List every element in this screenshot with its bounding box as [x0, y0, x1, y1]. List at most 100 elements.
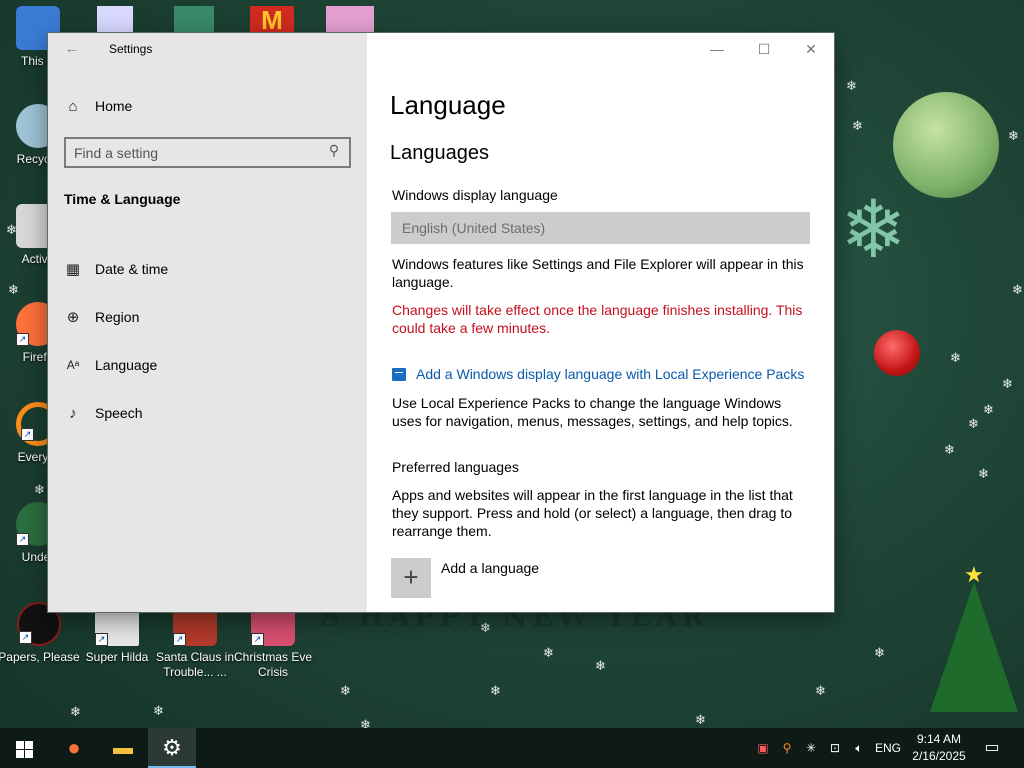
snowflake-decor: ❄: [595, 658, 606, 673]
star-decor: ★: [964, 562, 984, 587]
title-bar[interactable]: ← Settings — ☐ ✕: [48, 33, 834, 65]
christmas-tree-decor: [930, 582, 1018, 712]
desktop-icon-partial-2[interactable]: [174, 6, 214, 34]
shortcut-arrow-icon: ↗: [19, 631, 32, 644]
shortcut-arrow-icon: ↗: [173, 633, 186, 646]
tray-search-everything-icon[interactable]: ⚲: [776, 728, 798, 768]
snowflake-decor: ❄: [340, 683, 351, 698]
maximize-button[interactable]: ☐: [741, 33, 787, 65]
desktop-icon-santa-claus[interactable]: ↗ Santa Claus in Trouble... ...: [153, 602, 237, 680]
snowflake-decor: ❄: [983, 402, 994, 417]
snowflake-decor: ❄: [70, 704, 81, 719]
sidebar-item-region[interactable]: ⊕ Region: [64, 293, 354, 341]
page-title: Language: [390, 90, 506, 120]
snowflake-decor: ❄: [480, 620, 491, 635]
snowflake-decor: ❄: [815, 683, 826, 698]
shortcut-arrow-icon: ↗: [16, 533, 29, 546]
tray-app-icon-2[interactable]: ✳: [800, 728, 822, 768]
add-language-label: Add a language: [441, 560, 540, 576]
clock-date: 2/16/2025: [912, 749, 966, 763]
settings-window: ⌂ Home ⚲ Time & Language ▦ Date & time ⊕…: [48, 33, 834, 612]
desktop-icon-christmas-eve-crisis[interactable]: ↗ Christmas Eve Crisis: [231, 602, 315, 680]
snowflake-decor: ❄: [1008, 128, 1019, 143]
sidebar-item-date-time[interactable]: ▦ Date & time: [64, 245, 354, 293]
search-box[interactable]: ⚲: [64, 137, 351, 168]
lxp-description: Use Local Experience Packs to change the…: [392, 395, 793, 429]
back-arrow-icon[interactable]: ←: [60, 39, 84, 59]
input-language-indicator[interactable]: ENG: [872, 728, 904, 768]
plus-icon: +: [391, 558, 431, 598]
clock-time: 9:14 AM: [916, 732, 962, 746]
search-input[interactable]: [74, 143, 314, 162]
close-button[interactable]: ✕: [788, 33, 834, 65]
snowflake-decor: ❄: [846, 78, 857, 93]
taskbar: ● ▬ ⚙ ▣ ⚲ ✳ ⊡ 🔈︎ ENG 9:14 AM 2/16/2025 ▭: [0, 728, 1024, 768]
folder-icon: ▬: [113, 737, 133, 759]
calendar-clock-icon: ▦: [65, 261, 81, 278]
nav-home-label: Home: [95, 98, 133, 114]
language-icon: Aᵃ: [66, 358, 80, 372]
sidebar-item-language[interactable]: Aᵃ Language: [64, 341, 354, 389]
install-warning-text: Changes will take effect once the langua…: [392, 302, 803, 336]
store-icon: [392, 367, 406, 381]
windows-logo-icon: [15, 740, 33, 758]
sidebar-nav-list: ▦ Date & time ⊕ Region Aᵃ Language ♪ Spe…: [64, 245, 354, 437]
shortcut-arrow-icon: ↗: [95, 633, 108, 646]
snowflake-decor: ❄: [695, 712, 706, 727]
desktop-icon-partial-mcdonalds[interactable]: M: [250, 6, 294, 34]
snowflake-decor: ❄: [8, 282, 19, 297]
tray-app-icon-1[interactable]: ▣: [752, 728, 774, 768]
desktop-icon-partial-1[interactable]: [97, 6, 133, 34]
preferred-languages-description: Apps and websites will appear in the fir…: [392, 487, 793, 539]
shortcut-arrow-icon: ↗: [251, 633, 264, 646]
snowflake-decor: ❄: [6, 222, 17, 237]
snowflake-decor: ❄: [874, 645, 885, 660]
snowflake-decor: ❄: [490, 683, 501, 698]
add-display-language-link[interactable]: Add a Windows display language with Loca…: [392, 366, 804, 382]
display-language-description: Windows features like Settings and File …: [392, 256, 804, 290]
snowflake-decor: ❄: [978, 466, 989, 481]
gear-icon: ⚙: [162, 735, 182, 760]
add-display-language-link-label: Add a Windows display language with Loca…: [416, 366, 805, 382]
snowflake-decor: ❄: [852, 118, 863, 133]
snowflake-decor: ❄: [34, 482, 45, 497]
display-language-label: Windows display language: [392, 187, 558, 203]
action-center-icon[interactable]: ▭: [980, 728, 1004, 768]
sidebar-section-heading: Time & Language: [64, 191, 181, 207]
sidebar-item-label: Speech: [95, 405, 143, 421]
snowflake-decor: ❄: [543, 645, 554, 660]
taskbar-firefox[interactable]: ●: [50, 728, 98, 768]
section-title-languages: Languages: [390, 142, 489, 164]
snowflake-decor: ❄: [840, 185, 908, 274]
settings-sidebar: ⌂ Home ⚲ Time & Language ▦ Date & time ⊕…: [48, 33, 367, 612]
taskbar-settings[interactable]: ⚙: [148, 728, 196, 768]
snowflake-decor: ❄: [950, 350, 961, 365]
sidebar-item-label: Region: [95, 309, 140, 325]
volume-icon[interactable]: 🔈︎: [848, 728, 870, 768]
home-icon: ⌂: [68, 97, 78, 115]
snowflake-decor: ❄: [968, 416, 979, 431]
window-title: Settings: [109, 42, 153, 56]
clock[interactable]: 9:14 AM 2/16/2025: [905, 731, 973, 765]
ornament-green: [893, 92, 999, 198]
snowflake-decor: ❄: [1002, 376, 1013, 391]
network-icon[interactable]: ⊡: [824, 728, 846, 768]
search-icon[interactable]: ⚲: [325, 142, 343, 162]
snowflake-decor: ❄: [153, 703, 164, 718]
display-language-dropdown[interactable]: English (United States): [391, 212, 810, 244]
shortcut-arrow-icon: ↗: [21, 428, 34, 441]
nav-home[interactable]: ⌂ Home: [64, 95, 344, 117]
taskbar-file-explorer[interactable]: ▬: [99, 728, 147, 768]
preferred-languages-label: Preferred languages: [392, 459, 519, 475]
desktop-icon-partial-3[interactable]: [326, 6, 374, 34]
start-button[interactable]: [0, 728, 48, 768]
snowflake-decor: ❄: [1012, 282, 1023, 297]
sidebar-item-speech[interactable]: ♪ Speech: [64, 389, 354, 437]
add-language-button[interactable]: + Add a language: [391, 558, 539, 598]
shortcut-arrow-icon: ↗: [16, 333, 29, 346]
snowflake-decor: ❄: [944, 442, 955, 457]
sidebar-item-label: Language: [95, 357, 158, 373]
globe-icon: ⊕: [66, 309, 80, 326]
firefox-icon: ●: [67, 735, 81, 760]
minimize-button[interactable]: —: [694, 33, 740, 65]
